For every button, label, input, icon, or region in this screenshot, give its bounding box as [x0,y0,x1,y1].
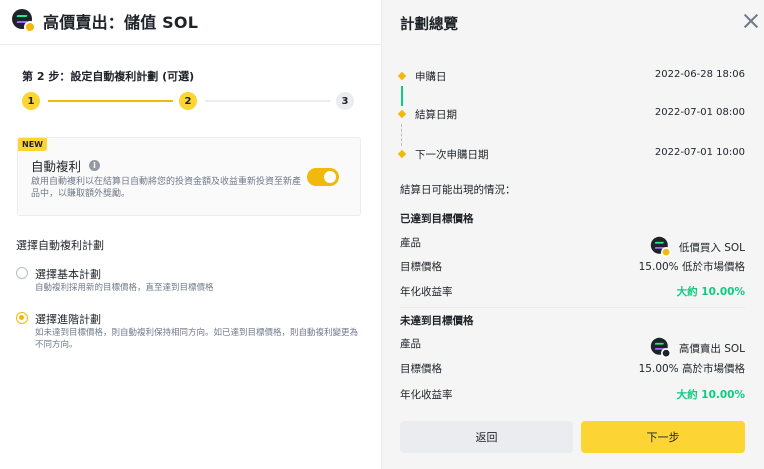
not-reached-product-row: 產品 高價賣出 SOL [400,336,745,359]
sol-coin-icon [650,236,672,258]
reached-product-row: 產品 低價買入 SOL [400,235,745,258]
plan-option-desc: 如未達到目標價格，則自動複利保持相同方向。如已達到目標價格，則自動複利變更為不同… [35,328,359,350]
auto-compound-card: NEW 自動複利 i 啟用自動複利以在結算日自動將您的投資金額及收益重新投資至新… [17,137,361,216]
step-3-indicator: 3 [336,92,354,110]
info-icon[interactable]: i [89,160,101,171]
step-2-indicator: 2 [179,92,197,110]
row-value: 高價賣出 SOL [649,336,745,360]
timeline-label: 申購日 [415,71,447,83]
auto-compound-desc: 啟用自動複利以在結算日自動將您的投資金額及收益重新投資至新產品中，以賺取額外獎勵… [31,177,302,199]
reached-target-row: 目標價格 15.00% 低於市場價格 [400,259,745,275]
header-divider [0,44,382,45]
plan-overview-panel: 計劃總覽 申購日 2022-06-28 18:06 結算日期 2022-07-0… [382,0,764,469]
timeline-segment-future [401,124,402,146]
plan-option-desc: 自動複利採用新的目標價格，直至達到目標價格 [35,283,214,293]
timeline-subscription-date: 申購日 2022-06-28 18:06 [397,69,745,85]
possible-outcomes-label: 結算日可能出現的情況： [400,184,516,196]
page-title: 高價賣出：儲值 SOL [43,13,199,32]
product-name: 低價買入 SOL [678,241,745,254]
timeline-settlement-date: 結算日期 2022-07-01 08:00 [397,107,745,123]
step-2-3-connector [205,100,330,102]
section-divider [400,307,745,308]
timeline-label: 下一次申購日期 [415,149,489,161]
auto-compound-toggle[interactable] [307,168,339,186]
not-reached-apy-row: 年化收益率 大約 10.00% [400,387,745,403]
step-label: 第 2 步：設定自動複利計劃 (可選) [22,70,195,83]
row-key: 年化收益率 [400,389,453,401]
header: 高價賣出：儲值 SOL [12,9,198,33]
next-button[interactable]: 下一步 [581,421,745,453]
timeline-marker [397,71,407,81]
reached-apy-row: 年化收益率 大約 10.00% [400,284,745,300]
row-value: 15.00% 高於市場價格 [638,363,745,375]
row-key: 目標價格 [400,363,442,375]
sol-coin-icon [12,9,36,33]
step-progress: 1 2 3 [22,92,355,110]
overview-title: 計劃總覽 [400,17,458,33]
timeline-value: 2022-07-01 08:00 [654,107,745,118]
plan-option-title: 選擇基本計劃 [35,268,101,281]
step-1-2-connector [48,100,173,102]
left-panel: 高價賣出：儲值 SOL 第 2 步：設定自動複利計劃 (可選) 1 2 3 NE… [0,0,382,469]
close-icon[interactable] [742,12,760,30]
sol-coin-icon [650,337,672,359]
row-key: 產品 [400,237,421,249]
not-reached-title: 未達到目標價格 [400,315,474,327]
auto-compound-title: 自動複利 [31,159,82,174]
auto-compound-heading: 自動複利 i [31,156,101,175]
timeline-label: 結算日期 [415,109,457,121]
row-value: 大約 10.00% [676,286,745,298]
row-key: 目標價格 [400,261,442,273]
reached-title: 已達到目標價格 [400,213,474,225]
row-key: 產品 [400,338,421,350]
row-key: 年化收益率 [400,286,453,298]
row-value: 低價買入 SOL [649,235,745,259]
plan-option-title: 選擇進階計劃 [35,313,101,326]
row-value: 大約 10.00% [676,389,745,401]
plan-label: 選擇自動複利計劃 [16,239,104,252]
new-badge: NEW [18,138,47,151]
back-button[interactable]: 返回 [400,421,573,453]
timeline-marker [397,109,407,119]
timeline-value: 2022-06-28 18:06 [654,69,745,80]
timeline-value: 2022-07-01 10:00 [654,147,745,158]
radio-basic[interactable] [16,267,28,279]
toggle-knob [324,171,336,183]
product-name: 高價賣出 SOL [678,342,745,355]
timeline-next-subscription-date: 下一次申購日期 2022-07-01 10:00 [397,147,745,163]
radio-advanced[interactable] [16,312,28,324]
row-value: 15.00% 低於市場價格 [638,261,745,273]
step-1-indicator: 1 [22,92,40,110]
timeline-segment-elapsed [401,86,403,106]
not-reached-target-row: 目標價格 15.00% 高於市場價格 [400,361,745,377]
timeline-marker [397,149,407,159]
